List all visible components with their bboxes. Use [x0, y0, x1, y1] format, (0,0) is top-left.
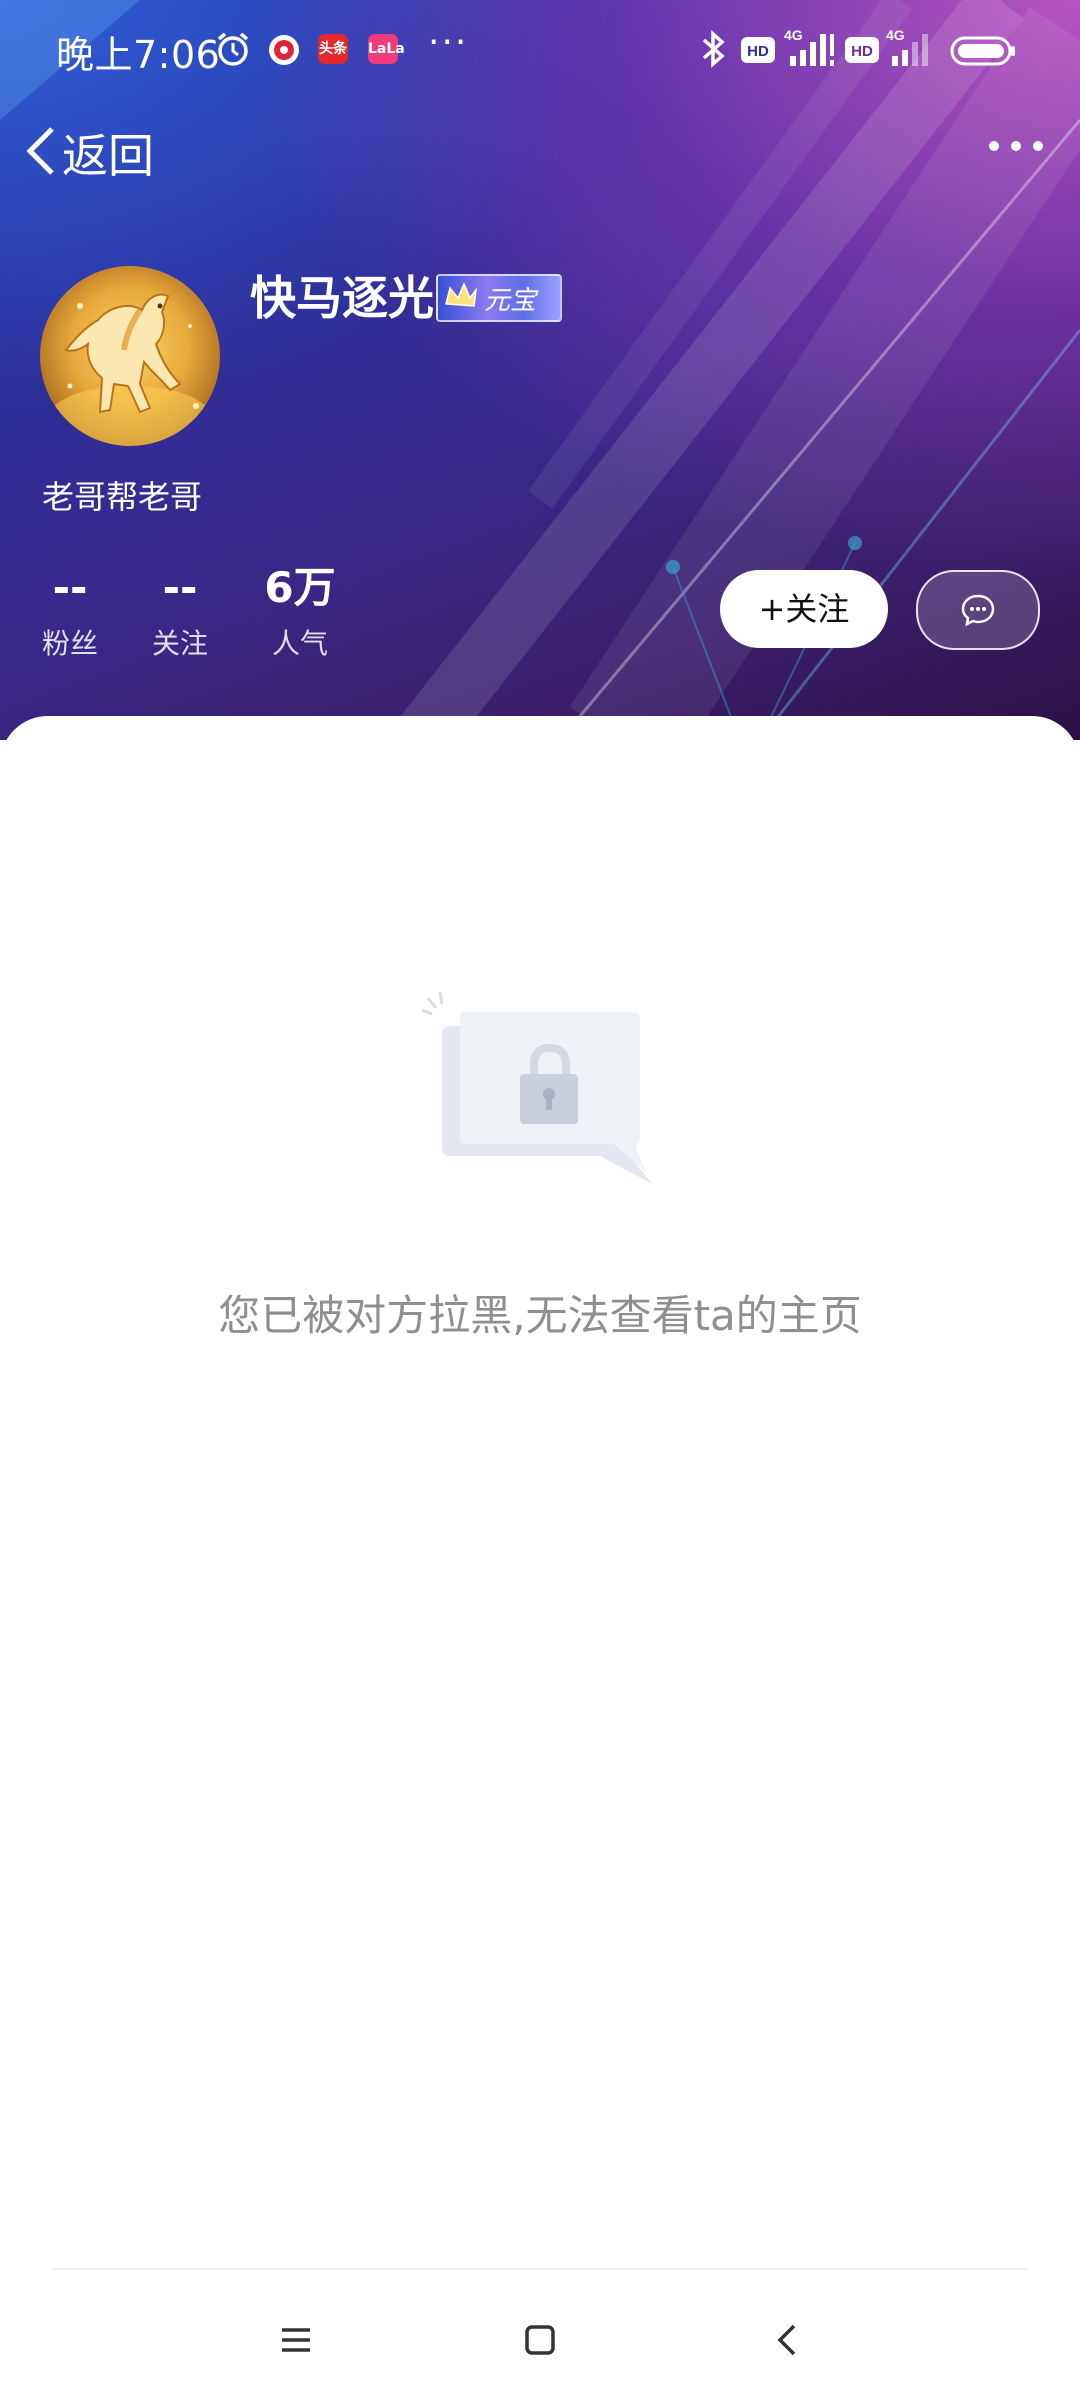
bluetooth-icon [700, 28, 728, 74]
locked-profile-illustration [420, 988, 660, 1192]
following-label: 关注 [151, 627, 208, 660]
vip-badge: 元宝 [436, 274, 562, 322]
battery-icon [950, 36, 1016, 70]
follow-button[interactable]: +关注 [720, 570, 888, 648]
content-card [0, 716, 1080, 2400]
stat-popularity[interactable]: 6万 人气 [262, 560, 338, 662]
signal-4g-icon: 4G [782, 26, 838, 72]
hd-icon-2: HD [844, 36, 880, 68]
chat-bubble-icon [961, 594, 995, 627]
following-count: -- [162, 563, 198, 612]
fans-label: 粉丝 [41, 627, 98, 660]
fans-count: -- [52, 563, 88, 612]
back-label: 返回 [62, 129, 154, 183]
status-bar: 晚上7:06 头条 LaLa ··· HD 4G HD 4G [0, 0, 1080, 100]
lock-icon [421, 991, 652, 1184]
blocked-message: 您已被对方拉黑,无法查看ta的主页 [218, 1291, 862, 1340]
popularity-label: 人气 [271, 627, 328, 660]
chevron-left-nav-icon [777, 2324, 796, 2356]
svg-text:4G: 4G [886, 27, 905, 43]
alarm-clock-icon [214, 30, 252, 72]
status-time: 晚上7:06 [56, 33, 221, 77]
golden-horse-avatar-image [50, 293, 210, 446]
home-square-icon [525, 2325, 555, 2355]
hd-icon: HD [740, 36, 776, 68]
message-button[interactable] [916, 570, 1040, 650]
system-back-button[interactable] [758, 2310, 818, 2370]
back-button[interactable]: 返回 [24, 118, 154, 188]
stat-following[interactable]: -- 关注 [150, 560, 210, 662]
crown-icon [445, 282, 478, 307]
more-options-button[interactable] [986, 124, 1046, 168]
nav-divider [52, 2268, 1028, 2270]
lala-app-icon: LaLa [368, 34, 405, 64]
recent-apps-button[interactable] [266, 2310, 326, 2370]
svg-text:HD: HD [851, 43, 873, 60]
vip-badge-text: 元宝 [484, 286, 537, 316]
chevron-left-icon [24, 123, 58, 183]
home-button[interactable] [510, 2310, 570, 2370]
svg-text:HD: HD [747, 43, 769, 60]
profile-bio: 老哥帮老哥 [42, 478, 203, 516]
menu-icon [282, 2328, 310, 2352]
stat-fans[interactable]: -- 粉丝 [40, 560, 100, 662]
more-notifications-icon: ··· [428, 22, 469, 63]
ellipsis-icon [989, 141, 1043, 151]
username: 快马逐光 [250, 271, 434, 325]
svg-text:4G: 4G [784, 27, 803, 43]
avatar[interactable] [40, 266, 220, 446]
record-app-icon [268, 34, 300, 70]
popularity-count: 6万 [264, 563, 336, 612]
toutiao-app-icon: 头条 [318, 34, 348, 64]
signal-4g-icon-2: 4G [884, 26, 940, 72]
